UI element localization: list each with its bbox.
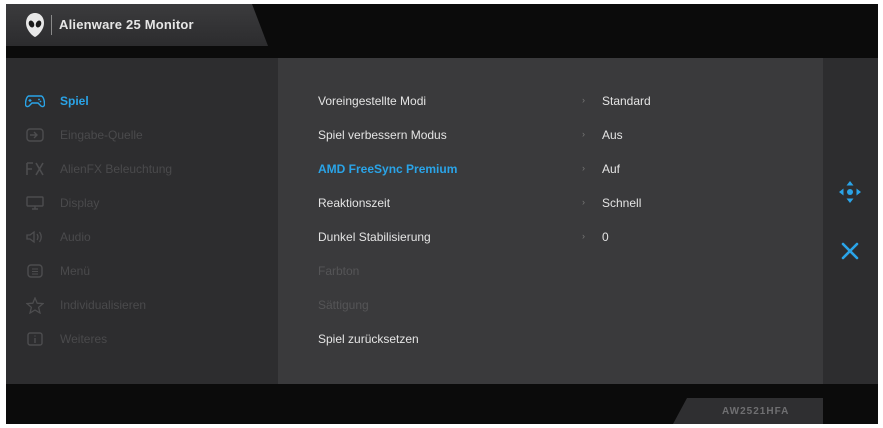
row-label: Reaktionszeit bbox=[318, 196, 391, 210]
sidebar-item-label: Display bbox=[60, 196, 100, 210]
model-number: AW2521HFA bbox=[722, 406, 790, 417]
chevron-right-icon: › bbox=[582, 231, 585, 241]
menu-row-voreingestellte-modi[interactable]: Voreingestellte Modi › Standard bbox=[318, 92, 678, 112]
gamepad-icon bbox=[24, 92, 46, 110]
menu-row-spiel-zuruecksetzen[interactable]: Spiel zurücksetzen bbox=[318, 330, 678, 350]
osd-window: Alienware 25 Monitor Spiel Eingabe-Quell… bbox=[6, 4, 878, 424]
sidebar-item-weiteres[interactable]: Weiteres bbox=[24, 328, 107, 350]
sidebar-item-label: Eingabe-Quelle bbox=[60, 128, 143, 142]
sidebar-item-eingabe-quelle[interactable]: Eingabe-Quelle bbox=[24, 124, 143, 146]
row-value: Standard bbox=[602, 94, 651, 108]
close-icon[interactable] bbox=[841, 242, 859, 260]
sidebar-item-audio[interactable]: Audio bbox=[24, 226, 91, 248]
chevron-right-icon: › bbox=[582, 129, 585, 139]
speaker-icon bbox=[24, 228, 46, 246]
menu-row-spiel-verbessern-modus[interactable]: Spiel verbessern Modus › Aus bbox=[318, 126, 678, 146]
sidebar-item-menu[interactable]: Menü bbox=[24, 260, 90, 282]
sidebar-item-label: Individualisieren bbox=[60, 298, 147, 312]
chevron-right-icon: › bbox=[582, 163, 585, 173]
menu-row-saettigung: Sättigung bbox=[318, 296, 678, 316]
menu-row-amd-freesync[interactable]: AMD FreeSync Premium › Auf bbox=[318, 160, 678, 180]
menu-row-farbton: Farbton bbox=[318, 262, 678, 282]
row-label: AMD FreeSync Premium bbox=[318, 162, 458, 176]
page-title: Alienware 25 Monitor bbox=[59, 17, 194, 32]
row-label: Voreingestellte Modi bbox=[318, 94, 427, 108]
sidebar-item-label: Audio bbox=[60, 230, 91, 244]
chevron-right-icon: › bbox=[582, 197, 585, 207]
row-value: Aus bbox=[602, 128, 623, 142]
chevron-right-icon: › bbox=[582, 95, 585, 105]
row-label: Spiel verbessern Modus bbox=[318, 128, 447, 142]
star-icon bbox=[24, 296, 46, 314]
fx-icon bbox=[24, 160, 46, 178]
input-source-icon bbox=[24, 126, 46, 144]
sidebar-item-label: Menü bbox=[60, 264, 91, 278]
row-label: Sättigung bbox=[318, 298, 369, 312]
row-value: Auf bbox=[602, 162, 621, 176]
display-icon bbox=[24, 194, 46, 212]
menu-row-reaktionszeit[interactable]: Reaktionszeit › Schnell bbox=[318, 194, 678, 214]
row-value: Schnell bbox=[602, 196, 642, 210]
row-label: Farbton bbox=[318, 264, 360, 278]
row-label: Spiel zurücksetzen bbox=[318, 332, 419, 346]
sidebar-item-spiel[interactable]: Spiel bbox=[24, 90, 89, 112]
row-value: 0 bbox=[602, 230, 609, 244]
sidebar-item-display[interactable]: Display bbox=[24, 192, 99, 214]
sidebar-item-label: AlienFX Beleuchtung bbox=[60, 162, 173, 176]
joystick-navigate-icon[interactable] bbox=[838, 180, 862, 204]
row-label: Dunkel Stabilisierung bbox=[318, 230, 431, 244]
sidebar-item-label: Spiel bbox=[60, 94, 89, 108]
menu-icon bbox=[24, 262, 46, 280]
title-divider bbox=[51, 15, 52, 35]
sidebar-item-label: Weiteres bbox=[60, 332, 108, 346]
alienware-logo-icon bbox=[26, 13, 44, 37]
menu-row-dunkel-stabilisierung[interactable]: Dunkel Stabilisierung › 0 bbox=[318, 228, 678, 248]
info-icon bbox=[24, 330, 46, 348]
sidebar-item-alienfx[interactable]: AlienFX Beleuchtung bbox=[24, 158, 172, 180]
sidebar-item-individualisieren[interactable]: Individualisieren bbox=[24, 294, 146, 316]
